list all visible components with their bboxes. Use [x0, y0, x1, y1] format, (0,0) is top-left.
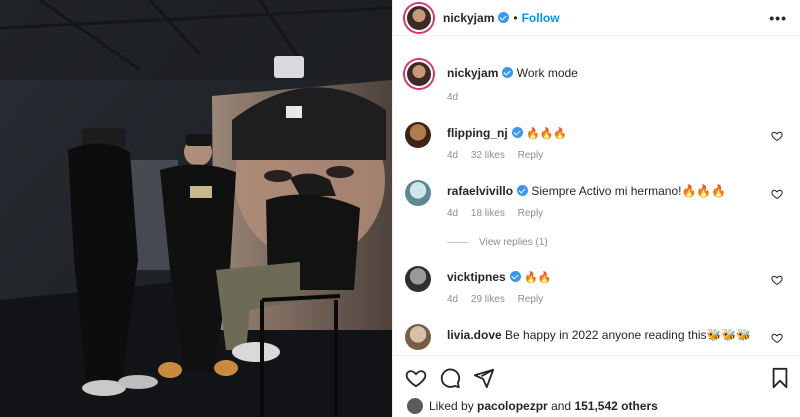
comment-body: rafaelvivillo Siempre Activo mi hermano!… — [447, 184, 767, 199]
verified-icon — [498, 12, 510, 23]
caption-body: nickyjam Work mode — [447, 66, 767, 81]
comment-username[interactable]: rafaelvivillo — [447, 184, 513, 198]
action-bar — [393, 355, 800, 395]
comment-likes[interactable]: 32 likes — [471, 150, 505, 161]
liked-by-others[interactable]: 151,542 others — [574, 399, 657, 413]
caption-time[interactable]: 4d — [447, 92, 458, 103]
liked-by: Liked by pacolopezpr and 151,542 others — [407, 398, 658, 414]
commenter-avatar[interactable] — [405, 266, 431, 292]
post-username[interactable]: nickyjam — [443, 11, 494, 25]
bookmark-icon[interactable] — [769, 367, 791, 389]
comment-time[interactable]: 4d — [447, 294, 458, 305]
caption-meta: 4d — [447, 92, 468, 103]
verified-icon — [517, 185, 529, 196]
photo-illustration — [0, 0, 392, 417]
comment-body: livia.dove Be happy in 2022 anyone readi… — [447, 328, 767, 343]
comment-text: Siempre Activo mi hermano!🔥🔥🔥 — [531, 184, 727, 198]
comment-time[interactable]: 4d — [447, 208, 458, 219]
liked-by-and: and — [551, 399, 572, 413]
comments-list[interactable]: nickyjam Work mode 4d flipping_nj 🔥🔥🔥 4d… — [393, 44, 800, 356]
liked-by-user[interactable]: pacolopezpr — [477, 399, 548, 413]
comment-icon[interactable] — [439, 367, 461, 389]
comment-text: 🔥🔥🔥 — [526, 128, 568, 140]
comment-likes[interactable]: 18 likes — [471, 208, 505, 219]
comment-meta: 4d 32 likes Reply — [447, 150, 553, 161]
view-replies-line — [447, 242, 469, 243]
heart-icon[interactable] — [771, 332, 783, 344]
comment-username[interactable]: flipping_nj — [447, 126, 508, 140]
view-replies-label[interactable]: View replies (1) — [479, 237, 548, 248]
separator-dot: • — [513, 10, 518, 25]
comment-meta: 4d 18 likes Reply — [447, 208, 553, 219]
heart-icon[interactable] — [771, 130, 783, 142]
caption-avatar[interactable] — [405, 60, 433, 88]
comment-username[interactable]: vicktipnes — [447, 270, 506, 284]
heart-icon[interactable] — [405, 367, 427, 389]
liked-by-prefix: Liked by — [429, 399, 474, 413]
comment-time[interactable]: 4d — [447, 150, 458, 161]
verified-icon — [509, 271, 521, 282]
post-header: nickyjam • Follow ••• — [393, 0, 800, 36]
comment-username[interactable]: livia.dove — [447, 328, 502, 342]
liker-avatar[interactable] — [407, 398, 423, 414]
caption-text: Work mode — [516, 66, 578, 80]
more-icon[interactable]: ••• — [769, 10, 787, 26]
share-icon[interactable] — [473, 367, 495, 389]
commenter-avatar[interactable] — [405, 324, 431, 350]
post-panel: nickyjam • Follow ••• nickyjam Work mode… — [392, 0, 800, 417]
follow-button[interactable]: Follow — [522, 11, 560, 25]
heart-icon[interactable] — [771, 188, 783, 200]
verified-icon — [502, 67, 514, 78]
commenter-avatar[interactable] — [405, 122, 431, 148]
reply-button[interactable]: Reply — [518, 208, 544, 219]
view-replies-button[interactable]: View replies (1) — [447, 237, 548, 248]
comment-body: flipping_nj 🔥🔥🔥 — [447, 126, 767, 142]
verified-icon — [511, 127, 523, 138]
heart-icon[interactable] — [771, 274, 783, 286]
comment-body: vicktipnes 🔥🔥 — [447, 270, 767, 286]
comment-meta: 4d 29 likes Reply — [447, 294, 553, 305]
comment-likes[interactable]: 29 likes — [471, 294, 505, 305]
comment-text: Be happy in 2022 anyone reading this🐝🐝🐝 — [505, 328, 752, 342]
caption-username[interactable]: nickyjam — [447, 66, 498, 80]
avatar[interactable] — [405, 3, 433, 32]
reply-button[interactable]: Reply — [518, 150, 544, 161]
reply-button[interactable]: Reply — [518, 294, 544, 305]
commenter-avatar[interactable] — [405, 180, 431, 206]
comment-text: 🔥🔥 — [524, 272, 552, 284]
post-photo[interactable] — [0, 0, 392, 417]
